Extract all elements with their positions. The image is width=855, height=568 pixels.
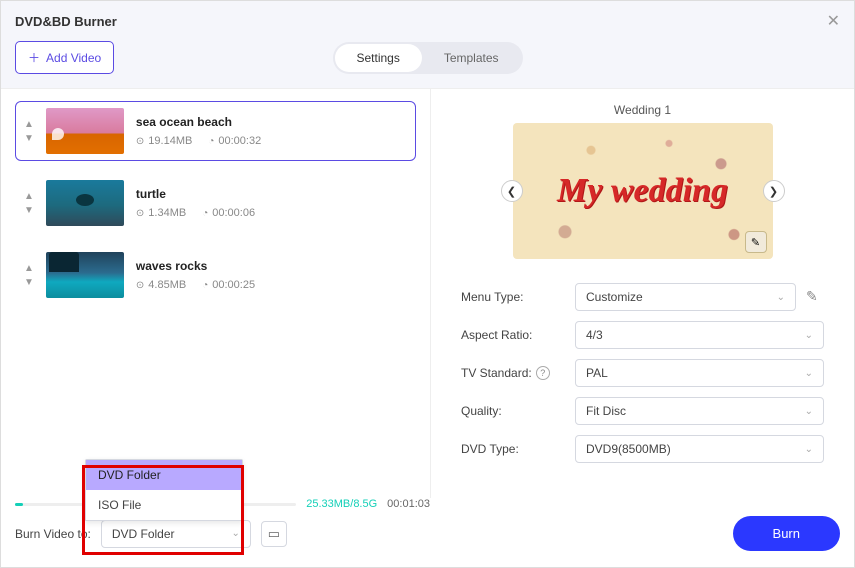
move-up-icon[interactable]: ▲ (24, 191, 34, 202)
progress-size: 25.33MB/8.5G (306, 498, 377, 510)
menu-type-select[interactable]: Customize ⌄ (575, 283, 796, 311)
video-size: 19.14MB (148, 135, 192, 147)
menu-preview[interactable]: ❮ My wedding ❯ ✎ (513, 123, 773, 259)
video-item[interactable]: ▲ ▼ sea ocean beach ⊙ 19.14MB ◔ 00:00:32 (15, 101, 416, 161)
dvd-type-select[interactable]: DVD9(8500MB) ⌄ (575, 435, 824, 463)
dropdown-option[interactable]: DVD Folder (86, 460, 242, 490)
burn-to-select[interactable]: DVD Folder ⌄ (101, 520, 251, 548)
main-body: ▲ ▼ sea ocean beach ⊙ 19.14MB ◔ 00:00:32 (1, 89, 854, 498)
size-icon: ⊙ (136, 136, 144, 147)
close-icon[interactable]: ✕ (827, 11, 840, 31)
tab-templates[interactable]: Templates (422, 44, 521, 72)
clock-icon: ◔ (202, 208, 208, 219)
reorder-arrows: ▲ ▼ (24, 191, 34, 216)
header: DVD&BD Burner ✕ ＋ Add Video Settings Tem… (1, 1, 854, 89)
settings-form: Menu Type: Customize ⌄ ✎ Aspect Ratio: 4… (461, 283, 824, 463)
browse-folder-icon[interactable]: ▭ (261, 521, 287, 547)
video-duration: 00:00:06 (212, 207, 255, 219)
reorder-arrows: ▲ ▼ (24, 119, 34, 144)
menu-caption: My wedding (557, 172, 728, 210)
move-up-icon[interactable]: ▲ (24, 263, 34, 274)
progress-time: 00:01:03 (387, 498, 430, 510)
burn-button[interactable]: Burn (733, 516, 840, 551)
video-title: sea ocean beach (136, 115, 407, 129)
video-thumbnail[interactable] (46, 252, 124, 298)
tv-standard-value: PAL (586, 366, 608, 380)
bottom-row: Burn Video to: DVD Folder ⌄ ▭ Burn (15, 516, 840, 551)
window-title: DVD&BD Burner (15, 14, 117, 29)
menu-type-label: Menu Type: (461, 290, 565, 304)
clock-icon: ◔ (202, 280, 208, 291)
quality-label: Quality: (461, 404, 565, 418)
video-item[interactable]: ▲ ▼ turtle ⊙ 1.34MB ◔ 00:00:06 (15, 173, 416, 233)
quality-value: Fit Disc (586, 404, 626, 418)
menu-type-value: Customize (586, 290, 643, 304)
video-list: ▲ ▼ sea ocean beach ⊙ 19.14MB ◔ 00:00:32 (15, 101, 416, 305)
video-panel: ▲ ▼ sea ocean beach ⊙ 19.14MB ◔ 00:00:32 (1, 89, 431, 498)
preview-title: Wedding 1 (614, 103, 671, 117)
settings-panel: Wedding 1 ❮ My wedding ❯ ✎ Menu Type: Cu… (431, 89, 854, 498)
chevron-down-icon: ⌄ (805, 444, 813, 455)
help-icon[interactable]: ? (536, 366, 550, 380)
chevron-down-icon: ⌄ (805, 330, 813, 341)
tv-standard-label: TV Standard: ? (461, 366, 565, 380)
chevron-down-icon: ⌄ (231, 528, 239, 539)
video-title: turtle (136, 187, 407, 201)
clock-icon: ◔ (208, 136, 214, 147)
size-icon: ⊙ (136, 280, 144, 291)
move-down-icon[interactable]: ▼ (24, 277, 34, 288)
move-up-icon[interactable]: ▲ (24, 119, 34, 130)
video-thumbnail[interactable] (46, 108, 124, 154)
video-duration: 00:00:25 (212, 279, 255, 291)
chevron-down-icon: ⌄ (805, 368, 813, 379)
burn-to-label: Burn Video to: (15, 527, 91, 541)
aspect-ratio-value: 4/3 (586, 328, 603, 342)
move-down-icon[interactable]: ▼ (24, 133, 34, 144)
chevron-down-icon: ⌄ (805, 406, 813, 417)
prev-template-icon[interactable]: ❮ (501, 180, 523, 202)
move-down-icon[interactable]: ▼ (24, 205, 34, 216)
tab-group: Settings Templates (332, 42, 522, 74)
dvd-type-value: DVD9(8500MB) (586, 442, 671, 456)
add-video-button[interactable]: ＋ Add Video (15, 41, 114, 74)
dropdown-option[interactable]: ISO File (86, 490, 242, 520)
size-icon: ⊙ (136, 208, 144, 219)
edit-menu-icon[interactable]: ✎ (745, 231, 767, 253)
app-window: DVD&BD Burner ✕ ＋ Add Video Settings Tem… (0, 0, 855, 568)
dvd-type-label: DVD Type: (461, 442, 565, 456)
plus-icon: ＋ (28, 49, 40, 66)
quality-select[interactable]: Fit Disc ⌄ (575, 397, 824, 425)
next-template-icon[interactable]: ❯ (763, 180, 785, 202)
aspect-ratio-label: Aspect Ratio: (461, 328, 565, 342)
tv-standard-select[interactable]: PAL ⌄ (575, 359, 824, 387)
video-item[interactable]: ▲ ▼ waves rocks ⊙ 4.85MB ◔ 00:00:25 (15, 245, 416, 305)
burn-to-value: DVD Folder (112, 527, 175, 541)
edit-icon[interactable]: ✎ (806, 288, 824, 306)
video-size: 1.34MB (148, 207, 186, 219)
burn-to-dropdown[interactable]: DVD Folder ISO File (85, 459, 243, 521)
chevron-down-icon: ⌄ (777, 292, 785, 303)
reorder-arrows: ▲ ▼ (24, 263, 34, 288)
tab-settings[interactable]: Settings (334, 44, 421, 72)
video-thumbnail[interactable] (46, 180, 124, 226)
progress-fill (15, 503, 23, 506)
video-size: 4.85MB (148, 279, 186, 291)
add-video-label: Add Video (46, 51, 101, 65)
video-title: waves rocks (136, 259, 407, 273)
video-duration: 00:00:32 (218, 135, 261, 147)
aspect-ratio-select[interactable]: 4/3 ⌄ (575, 321, 824, 349)
footer: 25.33MB/8.5G 00:01:03 DVD Folder ISO Fil… (1, 498, 854, 567)
